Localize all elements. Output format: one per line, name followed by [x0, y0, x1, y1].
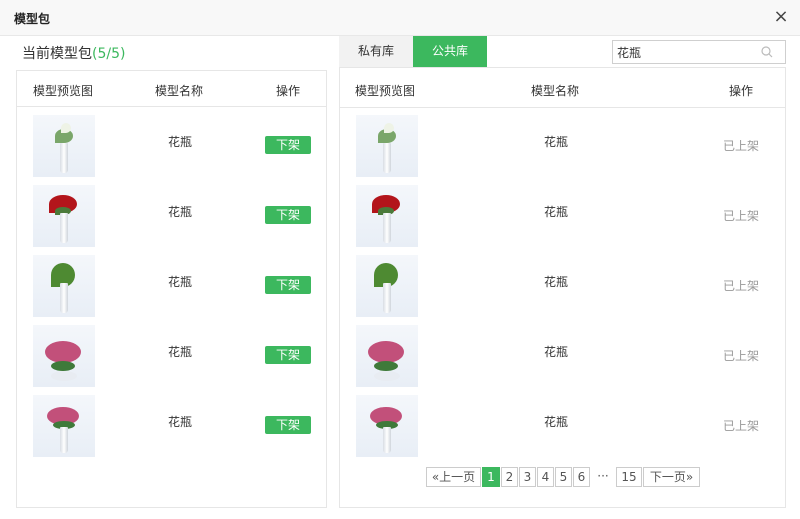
current-package-panel: 模型预览图 模型名称 操作 花瓶 下架 花瓶 下架 花瓶 下架 花瓶 下架 花瓶… — [16, 70, 327, 508]
model-name: 花瓶 — [168, 345, 193, 359]
model-name: 花瓶 — [544, 275, 569, 289]
model-thumbnail[interactable] — [356, 255, 418, 317]
unlist-button[interactable]: 下架 — [265, 136, 311, 154]
right-table-row: 花瓶 已上架 — [340, 395, 785, 457]
model-thumbnail[interactable] — [356, 325, 418, 387]
unlist-button[interactable]: 下架 — [265, 206, 311, 224]
model-name: 花瓶 — [544, 415, 569, 429]
model-thumbnail[interactable] — [356, 115, 418, 177]
listed-status: 已上架 — [723, 349, 760, 363]
right-table-header: 模型预览图 模型名称 操作 — [340, 68, 785, 108]
listed-status: 已上架 — [723, 209, 760, 223]
left-table-row: 花瓶 下架 — [17, 325, 326, 387]
left-table-row: 花瓶 下架 — [17, 185, 326, 247]
left-table-row: 花瓶 下架 — [17, 255, 326, 317]
left-table-row: 花瓶 下架 — [17, 115, 326, 177]
right-table-row: 花瓶 已上架 — [340, 185, 785, 247]
left-table-row: 花瓶 下架 — [17, 395, 326, 457]
model-thumbnail[interactable] — [356, 395, 418, 457]
model-thumbnail[interactable] — [33, 395, 95, 457]
right-header-action: 操作 — [729, 84, 754, 98]
left-header-action: 操作 — [276, 84, 301, 98]
right-table-row: 花瓶 已上架 — [340, 115, 785, 177]
page-button-5[interactable]: 5 — [555, 467, 572, 487]
search-box — [612, 40, 786, 64]
dialog-titlebar: 模型包 × — [0, 0, 800, 36]
listed-status: 已上架 — [723, 419, 760, 433]
right-header-name: 模型名称 — [531, 84, 580, 98]
public-library-panel: 模型预览图 模型名称 操作 花瓶 已上架 花瓶 已上架 花瓶 已上架 花瓶 已上… — [339, 67, 786, 508]
model-thumbnail[interactable] — [33, 185, 95, 247]
unlist-button[interactable]: 下架 — [265, 416, 311, 434]
dialog-title: 模型包 — [14, 12, 51, 26]
prev-page-button[interactable]: «上一页 — [426, 467, 481, 487]
model-name: 花瓶 — [168, 415, 193, 429]
unlist-button[interactable]: 下架 — [265, 346, 311, 364]
model-name: 花瓶 — [168, 275, 193, 289]
model-name: 花瓶 — [544, 135, 569, 149]
package-label: 当前模型包 — [22, 46, 92, 62]
unlist-button[interactable]: 下架 — [265, 276, 311, 294]
listed-status: 已上架 — [723, 279, 760, 293]
model-thumbnail[interactable] — [33, 325, 95, 387]
model-thumbnail[interactable] — [33, 115, 95, 177]
page-button-4[interactable]: 4 — [537, 467, 554, 487]
page-button-3[interactable]: 3 — [519, 467, 536, 487]
tab-public-library[interactable]: 公共库 — [413, 36, 487, 67]
page-button-6[interactable]: 6 — [573, 467, 590, 487]
right-header-preview: 模型预览图 — [355, 84, 416, 98]
page-button-2[interactable]: 2 — [501, 467, 518, 487]
close-icon[interactable]: × — [772, 6, 790, 28]
package-title: 当前模型包(5/5) — [22, 43, 125, 63]
right-table-row: 花瓶 已上架 — [340, 255, 785, 317]
package-count: (5/5) — [92, 46, 126, 62]
left-header-name: 模型名称 — [155, 84, 204, 98]
pagination-ellipsis: ··· — [597, 469, 609, 483]
model-thumbnail[interactable] — [356, 185, 418, 247]
model-name: 花瓶 — [168, 135, 193, 149]
model-name: 花瓶 — [544, 205, 569, 219]
model-name: 花瓶 — [544, 345, 569, 359]
tab-private-library[interactable]: 私有库 — [339, 36, 413, 67]
left-header-preview: 模型预览图 — [33, 84, 94, 98]
search-icon[interactable] — [761, 46, 773, 58]
left-table-header: 模型预览图 模型名称 操作 — [17, 71, 326, 107]
model-name: 花瓶 — [168, 205, 193, 219]
right-table-row: 花瓶 已上架 — [340, 325, 785, 387]
page-button-last[interactable]: 15 — [616, 467, 642, 487]
next-page-button[interactable]: 下一页» — [643, 467, 700, 487]
model-thumbnail[interactable] — [33, 255, 95, 317]
search-input[interactable] — [617, 44, 757, 60]
listed-status: 已上架 — [723, 139, 760, 153]
page-button-1[interactable]: 1 — [482, 467, 500, 487]
